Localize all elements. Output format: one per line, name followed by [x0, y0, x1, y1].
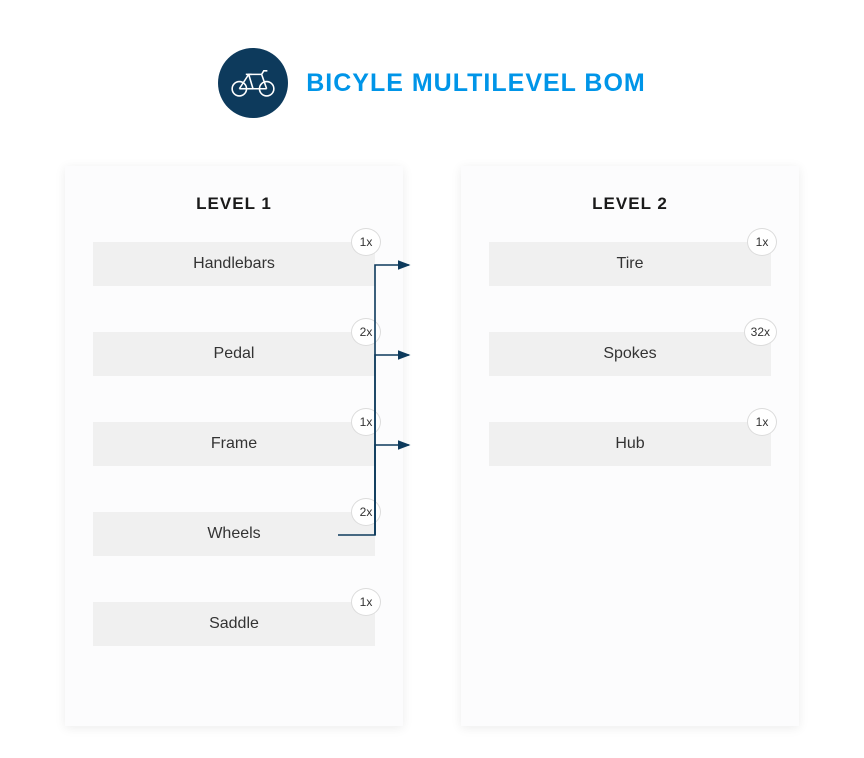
bom-item: 2x Pedal	[93, 332, 375, 376]
quantity-badge: 1x	[747, 408, 777, 436]
item-label: Tire	[489, 242, 771, 286]
item-label: Saddle	[93, 602, 375, 646]
bom-item: 1x Hub	[489, 422, 771, 466]
bom-item: 32x Spokes	[489, 332, 771, 376]
quantity-badge: 1x	[351, 228, 381, 256]
level2-title: LEVEL 2	[489, 194, 771, 214]
item-label: Pedal	[93, 332, 375, 376]
bom-item: 1x Saddle	[93, 602, 375, 646]
item-label: Frame	[93, 422, 375, 466]
item-label: Hub	[489, 422, 771, 466]
level1-title: LEVEL 1	[93, 194, 375, 214]
quantity-badge: 2x	[351, 498, 381, 526]
bicycle-icon-circle	[218, 48, 288, 118]
columns-container: LEVEL 1 1x Handlebars 2x Pedal 1x Frame …	[0, 166, 864, 726]
item-label: Wheels	[93, 512, 375, 556]
quantity-badge: 32x	[744, 318, 777, 346]
bom-item: 2x Wheels	[93, 512, 375, 556]
bom-item: 1x Handlebars	[93, 242, 375, 286]
bom-item: 1x Frame	[93, 422, 375, 466]
quantity-badge: 1x	[351, 408, 381, 436]
quantity-badge: 1x	[351, 588, 381, 616]
bom-item: 1x Tire	[489, 242, 771, 286]
item-label: Spokes	[489, 332, 771, 376]
item-label: Handlebars	[93, 242, 375, 286]
level1-column: LEVEL 1 1x Handlebars 2x Pedal 1x Frame …	[65, 166, 403, 726]
quantity-badge: 1x	[747, 228, 777, 256]
quantity-badge: 2x	[351, 318, 381, 346]
level2-column: LEVEL 2 1x Tire 32x Spokes 1x Hub	[461, 166, 799, 726]
diagram-header: BICYLE MULTILEVEL BOM	[0, 0, 864, 118]
bicycle-icon	[230, 67, 276, 99]
diagram-title: BICYLE MULTILEVEL BOM	[306, 69, 646, 98]
